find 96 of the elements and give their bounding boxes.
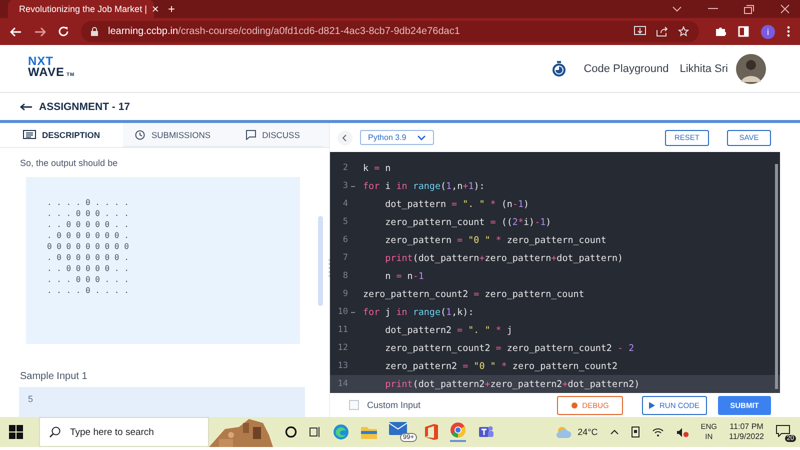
line-number: 10 xyxy=(336,307,348,318)
list-icon xyxy=(22,130,36,139)
output-line: 0 0 0 0 0 0 0 0 0 xyxy=(47,241,130,252)
notifications-icon[interactable] xyxy=(776,425,790,437)
line-number: 11 xyxy=(336,325,348,336)
line-number: 13 xyxy=(336,361,348,372)
line-number: 2 xyxy=(342,163,348,174)
panel-tab[interactable]: DESCRIPTION xyxy=(0,123,123,147)
line-number: 12 xyxy=(336,343,348,354)
code-line: print(dot_pattern2+zero_pattern2+dot_pattern2) xyxy=(384,378,640,390)
folder-icon[interactable] xyxy=(361,426,377,438)
url-text: learning.ccbp.in/crash-course/coding/a0fd1cd6-d821-4ac3-8cb7-9db24e76dac1 xyxy=(108,26,460,37)
code-line: zero_pattern_count2 = zero_pattern_count xyxy=(363,288,584,300)
line-number: 7 xyxy=(342,253,348,264)
lock-icon xyxy=(91,27,98,36)
forward-icon[interactable] xyxy=(34,26,46,36)
code-line: for i in range(1,n+1): xyxy=(363,180,485,192)
bug-icon xyxy=(571,402,578,409)
line-number: 3 xyxy=(342,181,348,192)
mail-icon[interactable] xyxy=(389,422,407,435)
menu-icon[interactable] xyxy=(787,26,790,37)
code-line: dot_pattern = ". " * (n-1) xyxy=(384,198,530,210)
chat-icon xyxy=(246,130,256,140)
tab-search-icon[interactable] xyxy=(672,6,682,12)
sample-heading: Sample Input 1 xyxy=(20,371,88,382)
code-line: print(dot_pattern+zero_pattern+dot_pattern) xyxy=(384,252,624,264)
code-editor[interactable] xyxy=(330,152,780,394)
task-view-icon[interactable] xyxy=(309,426,321,438)
user-avatar[interactable] xyxy=(736,54,766,84)
chevron-up-icon[interactable] xyxy=(610,429,619,435)
office-icon[interactable] xyxy=(425,424,438,440)
windows-start-icon[interactable] xyxy=(9,425,23,439)
code-playground-link[interactable]: Code Playground xyxy=(584,62,669,74)
output-line: . 0 0 0 0 0 0 0 . xyxy=(47,252,130,263)
profile-avatar[interactable]: i xyxy=(761,24,775,38)
device-icon[interactable] xyxy=(630,426,640,438)
line-number: 4 xyxy=(342,199,348,210)
code-line: zero_pattern = "0 " * zero_pattern_count xyxy=(384,234,606,246)
output-line: . . 0 0 0 0 0 . . xyxy=(47,219,130,230)
back-icon[interactable] xyxy=(10,26,22,36)
output-line: . . . . 0 . . . . xyxy=(47,285,130,296)
language-dropdown[interactable]: Python 3.9 xyxy=(360,130,434,146)
description-text: So, the output should be xyxy=(20,158,119,168)
output-line: . . . 0 0 0 . . . xyxy=(47,208,130,219)
line-number: 14 xyxy=(336,379,348,390)
output-line: . . 0 0 0 0 0 . . xyxy=(47,263,130,274)
search-icon xyxy=(49,426,61,438)
temperature-text[interactable]: 24°C xyxy=(578,427,598,437)
clock-date[interactable]: 11/9/2022 xyxy=(729,432,764,442)
sample-input-block: 5 xyxy=(19,387,305,417)
assignment-title: ASSIGNMENT - 17 xyxy=(39,100,130,112)
chrome-icon[interactable] xyxy=(450,422,466,442)
minimize-icon[interactable] xyxy=(708,8,718,10)
reload-icon[interactable] xyxy=(58,26,69,37)
line-number: 9 xyxy=(342,289,348,300)
play-icon xyxy=(649,402,656,409)
code-line: n = n-1 xyxy=(384,270,424,282)
custom-input-label: Custom Input xyxy=(367,400,421,410)
code-line: zero_pattern2 = "0 " * zero_pattern_count2 xyxy=(384,360,618,372)
tab-close-button[interactable]: × xyxy=(152,3,159,15)
muted-speaker-icon[interactable] xyxy=(676,426,689,438)
line-number: 6 xyxy=(342,235,348,246)
address-field[interactable]: learning.ccbp.in/crash-course/coding/a0fd1cd6-d821-4ac3-8cb7-9db24e76dac1 xyxy=(81,21,699,42)
stopwatch-icon[interactable] xyxy=(552,60,566,76)
restore-icon[interactable] xyxy=(744,4,754,14)
code-line: zero_pattern_count2 = zero_pattern_count2 - 2 xyxy=(384,342,634,354)
code-line: k = n xyxy=(363,162,391,174)
share-icon[interactable] xyxy=(656,26,668,37)
side-panel-icon[interactable] xyxy=(738,26,749,37)
custom-input-checkbox[interactable] xyxy=(349,400,359,410)
tab-title: Revolutionizing the Job Market | xyxy=(19,4,147,14)
scrollbar-thumb[interactable] xyxy=(318,216,323,306)
install-icon[interactable] xyxy=(634,26,646,37)
code-line: zero_pattern_count = ((2*i)-1) xyxy=(384,216,552,228)
output-line: . . . . 0 . . . . xyxy=(47,197,130,208)
clock-time[interactable]: 11:07 PM xyxy=(730,422,764,432)
line-number: 8 xyxy=(342,271,348,282)
new-tab-button[interactable]: + xyxy=(168,3,176,15)
close-icon[interactable] xyxy=(780,4,790,14)
scrollbar-thumb[interactable] xyxy=(775,164,778,390)
chevron-down-icon xyxy=(417,134,426,141)
taskbar-search-field[interactable]: Type here to search xyxy=(39,417,209,447)
code-line: dot_pattern2 = ". " * j xyxy=(384,324,512,336)
user-name: Likhita Sri xyxy=(680,62,728,74)
output-line: . . . 0 0 0 . . . xyxy=(47,274,130,285)
output-line: . 0 0 0 0 0 0 0 . xyxy=(47,230,130,241)
wifi-icon[interactable] xyxy=(652,427,664,437)
teams-icon[interactable] xyxy=(478,424,494,440)
line-number: 5 xyxy=(342,217,348,228)
code-line: for j in range(1,k): xyxy=(363,306,474,318)
edge-icon[interactable] xyxy=(333,424,349,440)
clock-icon xyxy=(135,130,146,140)
star-icon[interactable] xyxy=(678,26,689,37)
collapse-button[interactable] xyxy=(337,130,353,146)
back-arrow-icon[interactable] xyxy=(20,102,32,110)
cortana-icon[interactable] xyxy=(285,426,297,438)
